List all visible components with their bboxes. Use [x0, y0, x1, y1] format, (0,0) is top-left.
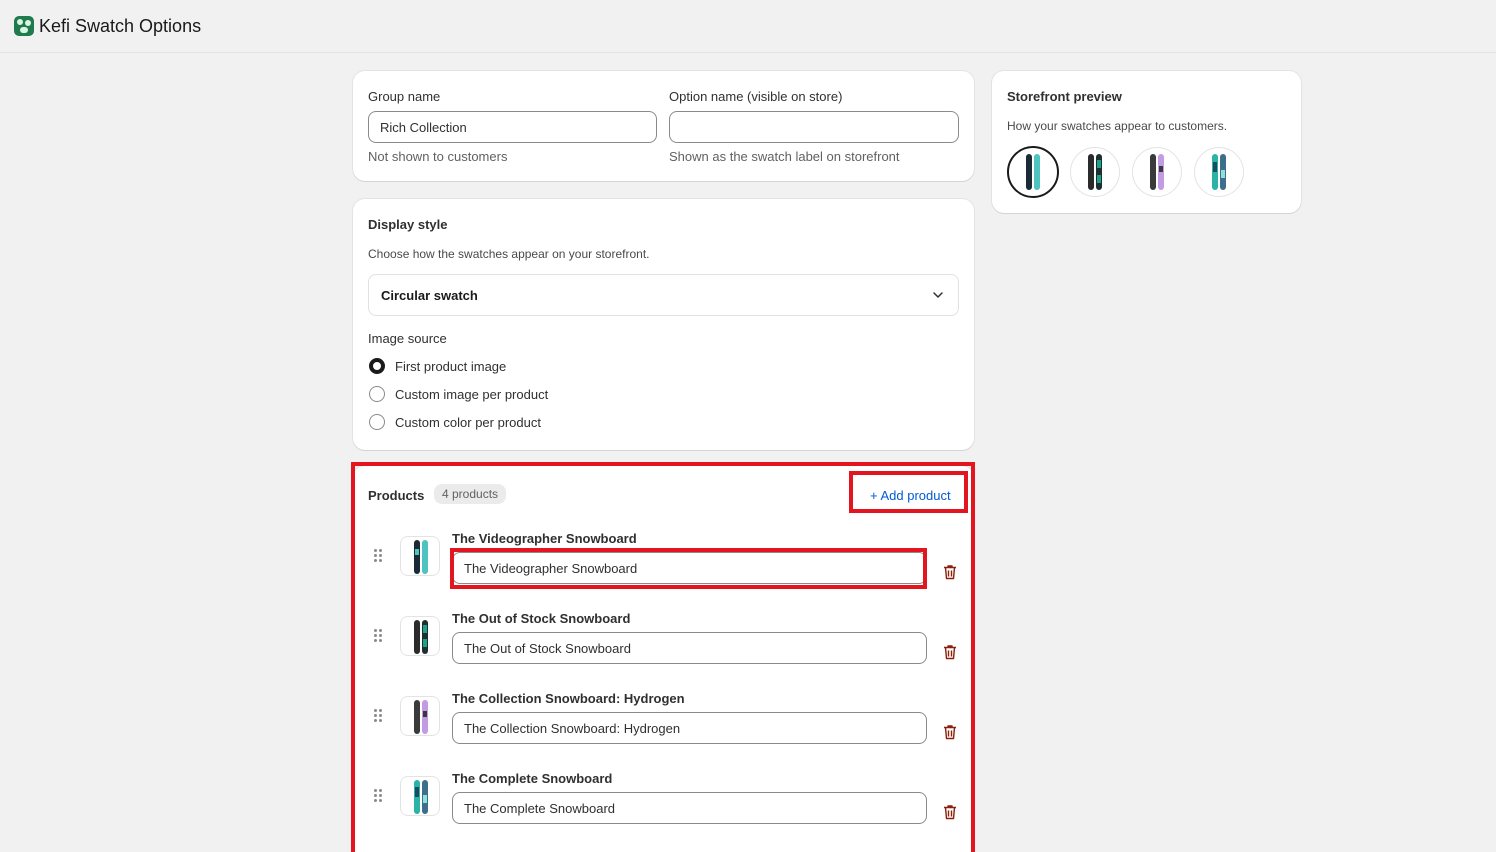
product-label-input[interactable] [452, 712, 927, 744]
option-name-help: Shown as the swatch label on storefront [669, 149, 900, 164]
group-name-label: Group name [368, 89, 441, 104]
preview-swatch[interactable] [1070, 147, 1120, 197]
product-name: The Out of Stock Snowboard [452, 611, 631, 626]
radio-unchecked-icon[interactable] [369, 386, 385, 402]
group-name-input[interactable] [368, 111, 657, 143]
radio-label: Custom image per product [395, 386, 549, 402]
products-title: Products [368, 488, 425, 503]
preview-swatch[interactable] [1007, 146, 1059, 198]
product-name: The Complete Snowboard [452, 771, 613, 786]
product-label-input[interactable] [452, 632, 927, 664]
drag-handle-icon[interactable] [374, 789, 384, 803]
radio-label: Custom color per product [395, 414, 541, 430]
radio-custom-color[interactable]: Custom color per product [369, 414, 541, 430]
trash-icon[interactable] [943, 724, 957, 740]
products-count-badge: 4 products [434, 484, 507, 504]
product-label-input[interactable] [452, 792, 927, 824]
radio-label: First product image [395, 358, 507, 374]
option-name-input[interactable] [669, 111, 959, 143]
product-thumbnail [400, 616, 440, 656]
display-style-title: Display style [368, 217, 448, 232]
product-thumbnail [400, 696, 440, 736]
radio-custom-image[interactable]: Custom image per product [369, 386, 548, 402]
display-style-card: Display style Choose how the swatches ap… [353, 199, 974, 450]
product-name: The Videographer Snowboard [452, 531, 637, 546]
preview-swatch[interactable] [1194, 147, 1244, 197]
preview-description: How your swatches appear to customers. [1007, 119, 1228, 133]
trash-icon[interactable] [943, 564, 957, 580]
option-name-label: Option name (visible on store) [669, 89, 843, 104]
drag-handle-icon[interactable] [374, 549, 384, 563]
product-name: The Collection Snowboard: Hydrogen [452, 691, 685, 706]
preview-title: Storefront preview [1007, 89, 1122, 104]
products-card: Products 4 products + Add product The Vi… [353, 466, 974, 852]
drag-handle-icon[interactable] [374, 629, 384, 643]
app-header: Kefi Swatch Options [0, 0, 1496, 53]
product-thumbnail [400, 536, 440, 576]
chevron-down-icon [933, 292, 943, 298]
display-style-select[interactable]: Circular swatch [368, 274, 959, 316]
display-style-value: Circular swatch [381, 287, 478, 303]
trash-icon[interactable] [943, 804, 957, 820]
product-label-input[interactable] [452, 552, 927, 584]
group-card: Group name Not shown to customers Option… [353, 71, 974, 181]
display-style-description: Choose how the swatches appear on your s… [368, 247, 650, 261]
app-title: Kefi Swatch Options [39, 15, 202, 36]
group-name-help: Not shown to customers [368, 149, 508, 164]
app-logo-icon [14, 16, 34, 36]
radio-first-product-image[interactable]: First product image [369, 358, 506, 374]
add-product-button[interactable]: + Add product [870, 488, 951, 503]
radio-checked-icon[interactable] [369, 358, 385, 374]
radio-unchecked-icon[interactable] [369, 414, 385, 430]
preview-swatch[interactable] [1132, 147, 1182, 197]
drag-handle-icon[interactable] [374, 709, 384, 723]
storefront-preview-card: Storefront preview How your swatches app… [992, 71, 1301, 213]
trash-icon[interactable] [943, 644, 957, 660]
image-source-label: Image source [368, 331, 447, 346]
product-thumbnail [400, 776, 440, 816]
